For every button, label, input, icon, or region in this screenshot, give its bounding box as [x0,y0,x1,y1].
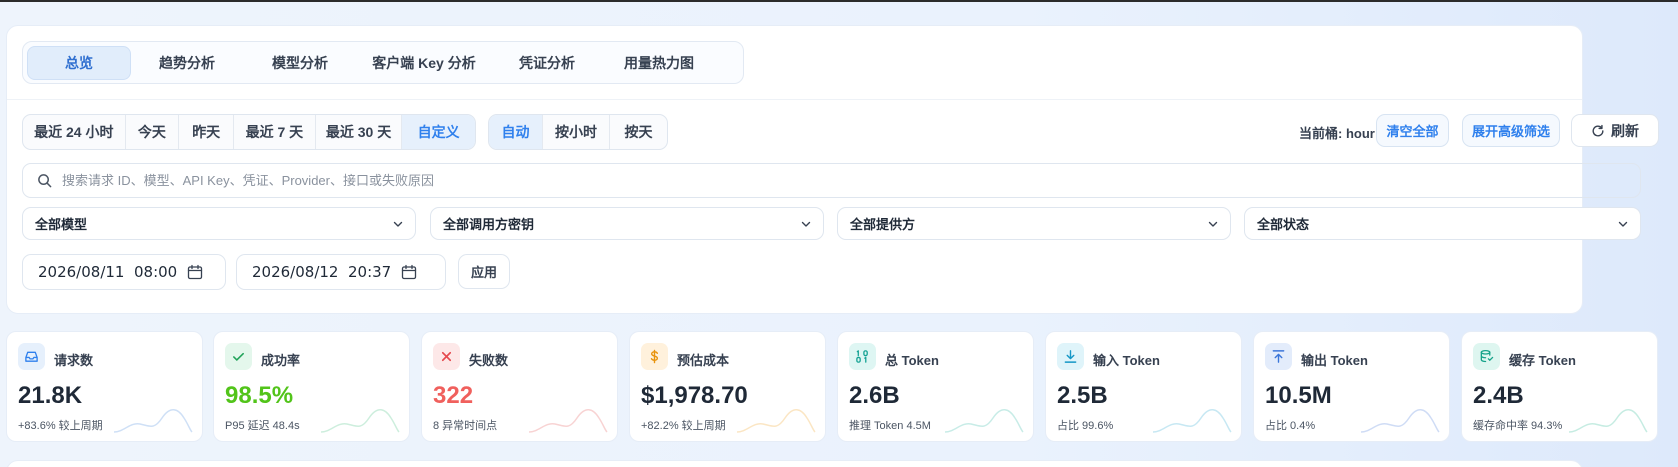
binary-icon [849,343,876,370]
clear-all-button[interactable]: 清空全部 [1376,114,1449,147]
metric-label: 失败数 [469,353,509,368]
sparkline [113,409,193,433]
metric-subtext: 占比 0.4% [1265,420,1316,432]
sparkline [1568,409,1648,433]
provider-select-value: 全部提供方 [850,217,916,232]
metric-value: 98.5% [225,382,294,409]
current-bucket-label: 当前桶: hour [1299,126,1375,141]
chevron-down-icon [393,221,403,227]
metric-card-total-token: 总 Token 2.6B 推理 Token 4.5M [837,331,1034,442]
metric-label: 成功率 [261,353,301,368]
metric-subtext: 占比 99.6% [1057,420,1114,432]
x-icon [433,343,460,370]
range-30d[interactable]: 最近 30 天 [316,115,403,149]
search-bar [22,163,1641,198]
tab-trend[interactable]: 趋势分析 [131,46,243,80]
metric-card-output-token: 输出 Token 10.5M 占比 0.4% [1253,331,1450,442]
metric-card-cost: 预估成本 $1,978.70 +82.2% 较上周期 [629,331,826,442]
check-icon [225,343,252,370]
analysis-tabs: 总览 趋势分析 模型分析 客户端 Key 分析 凭证分析 用量热力图 [22,41,744,84]
refresh-icon [1592,124,1604,136]
range-custom[interactable]: 自定义 [402,115,475,149]
start-date-value: 2026/08/11 08:00 [38,263,178,281]
end-date-input[interactable]: 2026/08/12 20:37 [236,254,446,290]
granularity-selector: 自动 按小时 按天 [488,114,668,150]
sparkline [1360,409,1440,433]
metric-label: 总 Token [885,353,939,368]
metric-value: 21.8K [18,382,83,409]
time-range-selector: 最近 24 小时 今天 昨天 最近 7 天 最近 30 天 自定义 [22,114,476,150]
calendar-icon[interactable] [401,264,417,280]
tab-heatmap[interactable]: 用量热力图 [603,46,715,80]
apply-button[interactable]: 应用 [458,254,510,289]
tab-model[interactable]: 模型分析 [243,46,357,80]
advanced-filter-button[interactable]: 展开高级筛选 [1462,114,1560,147]
granularity-auto[interactable]: 自动 [489,115,543,149]
metric-label: 输入 Token [1093,353,1160,368]
metric-label: 输出 Token [1301,353,1368,368]
metric-card-success-rate: 成功率 98.5% P95 延迟 48.4s [213,331,410,442]
range-24h[interactable]: 最近 24 小时 [23,115,126,149]
metric-card-requests: 请求数 21.8K +83.6% 较上周期 [6,331,203,442]
tab-credential[interactable]: 凭证分析 [491,46,603,80]
panel-divider [7,99,1582,100]
model-select-value: 全部模型 [35,217,88,232]
range-yesterday[interactable]: 昨天 [179,115,235,149]
tab-client-key[interactable]: 客户端 Key 分析 [357,46,491,80]
sparkline [736,409,816,433]
filter-panel: 总览 趋势分析 模型分析 客户端 Key 分析 凭证分析 用量热力图 最近 24… [6,25,1659,314]
caller-key-select[interactable]: 全部调用方密钥 [430,207,824,240]
inbox-icon [18,343,45,370]
metric-value: 2.4B [1473,382,1524,409]
calendar-icon[interactable] [187,264,203,280]
status-select-value: 全部状态 [1257,217,1310,232]
upload-icon [1265,343,1292,370]
range-today[interactable]: 今天 [126,115,180,149]
refresh-label: 刷新 [1611,122,1639,139]
search-icon [38,174,52,188]
metric-subtext: P95 延迟 48.4s [225,420,300,432]
chevron-down-icon [801,221,811,227]
caller-key-select-value: 全部调用方密钥 [443,217,535,232]
end-date-value: 2026/08/12 20:37 [252,263,392,281]
database-icon [1473,343,1500,370]
metric-value: $1,978.70 [641,382,748,409]
search-input[interactable] [62,173,1640,188]
provider-select[interactable]: 全部提供方 [837,207,1231,240]
sparkline [320,409,400,433]
metric-value: 2.6B [849,382,900,409]
model-select[interactable]: 全部模型 [22,207,416,240]
metric-subtext: 缓存命中率 94.3% [1473,420,1563,432]
metric-card-cache-token: 缓存 Token 2.4B 缓存命中率 94.3% [1461,331,1658,442]
window-top-border [0,0,1678,2]
metric-subtext: +82.2% 较上周期 [641,420,726,432]
chevron-down-icon [1618,221,1628,227]
refresh-button[interactable]: 刷新 [1571,114,1659,147]
sparkline [528,409,608,433]
metric-subtext: +83.6% 较上周期 [18,420,103,432]
dollar-icon [641,343,668,370]
metric-subtext: 推理 Token 4.5M [849,420,931,432]
chevron-down-icon [1208,221,1218,227]
metric-label: 请求数 [54,353,94,368]
metric-value: 10.5M [1265,382,1332,409]
start-date-input[interactable]: 2026/08/11 08:00 [22,254,226,290]
metric-subtext: 8 异常时间点 [433,420,498,432]
granularity-day[interactable]: 按天 [610,115,667,149]
sparkline [1152,409,1232,433]
range-7d[interactable]: 最近 7 天 [234,115,316,149]
next-section-card [6,460,1583,467]
granularity-hour[interactable]: 按小时 [543,115,610,149]
metric-label: 预估成本 [677,353,730,368]
sparkline [944,409,1024,433]
metric-label: 缓存 Token [1509,353,1576,368]
tab-overview[interactable]: 总览 [27,45,131,80]
metric-card-input-token: 输入 Token 2.5B 占比 99.6% [1045,331,1242,442]
metric-value: 2.5B [1057,382,1108,409]
download-icon [1057,343,1084,370]
metric-card-failures: 失败数 322 8 异常时间点 [421,331,618,442]
status-select[interactable]: 全部状态 [1244,207,1641,240]
metric-value: 322 [433,382,474,409]
